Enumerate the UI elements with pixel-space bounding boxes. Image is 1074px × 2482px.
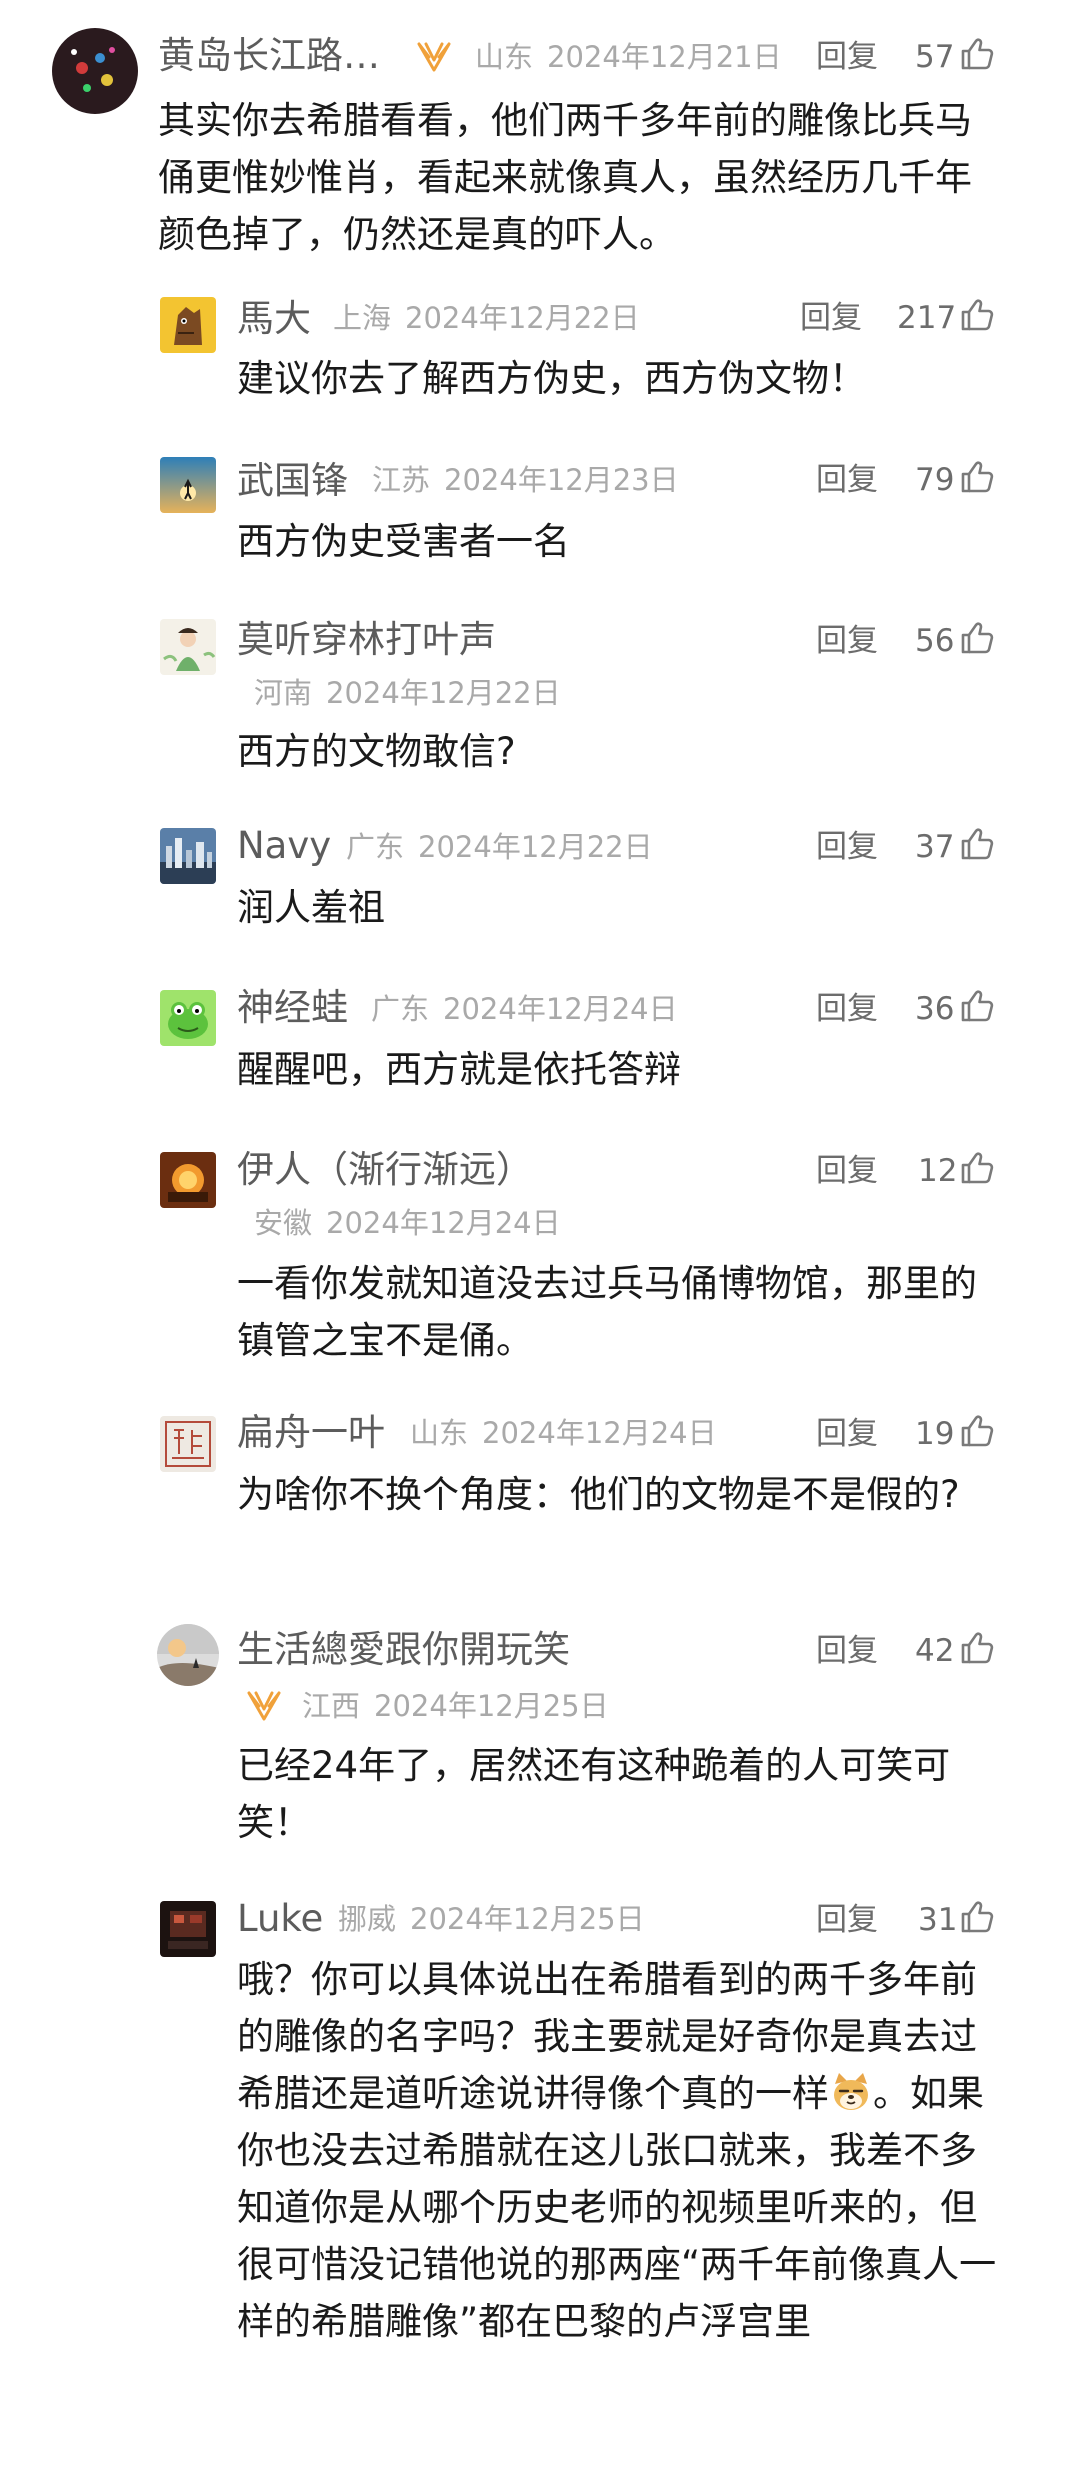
comment-text: 醒醒吧，西方就是依托答辩 [237, 1048, 681, 1091]
avatar[interactable] [160, 619, 216, 675]
comment-meta: 山东 2024年12月21日 [475, 40, 782, 75]
thumbs-up-icon[interactable] [960, 989, 994, 1023]
like-count[interactable]: 56 [915, 623, 954, 660]
location: 河南 [254, 676, 313, 710]
comment-item: 黄岛长江路… 山东 2024年12月21日 回复 57 其实你去希腊看看，他们两千… [0, 0, 1074, 260]
reply-button[interactable]: 回复 [816, 1902, 878, 1939]
comment-text: 建议你去了解西方伪史，西方伪文物！ [237, 357, 866, 400]
vip-badge-icon [246, 1690, 282, 1722]
comment-text: 哦？你可以具体说出在希腊看到的两千多年前的雕像的名字吗？我主要就是好奇你是真去过… [237, 1951, 997, 2350]
like-count[interactable]: 19 [915, 1416, 954, 1453]
thumbs-up-icon[interactable] [960, 1151, 994, 1185]
thumbs-up-icon[interactable] [960, 621, 994, 655]
thumbs-up-icon[interactable] [960, 827, 994, 861]
date: 2024年12月24日 [326, 1206, 561, 1240]
location: 上海 [333, 301, 392, 335]
comment-meta: 挪威 2024年12月25日 [338, 1902, 645, 1937]
username[interactable]: 扁舟一叶 [237, 1411, 385, 1455]
thumbs-up-icon[interactable] [960, 1414, 994, 1448]
like-count[interactable]: 79 [915, 462, 954, 499]
avatar[interactable] [160, 828, 216, 884]
reply-button[interactable]: 回复 [816, 1153, 878, 1190]
date: 2024年12月22日 [405, 301, 640, 335]
username[interactable]: 伊人（渐行渐远） [237, 1148, 533, 1192]
comment-text: 为啥你不换个角度：他们的文物是不是假的? [237, 1473, 960, 1516]
comment-meta: 山东 2024年12月24日 [410, 1416, 717, 1451]
thumbs-up-icon[interactable] [960, 460, 994, 494]
like-count[interactable]: 12 [918, 1153, 957, 1190]
like-count[interactable]: 57 [915, 39, 954, 76]
comment-text: 已经24年了，居然还有这种跪着的人可笑可笑！ [237, 1744, 951, 1844]
location: 山东 [410, 1416, 469, 1450]
location: 安徽 [254, 1206, 313, 1240]
avatar[interactable] [160, 1416, 216, 1472]
like-count[interactable]: 31 [918, 1902, 957, 1939]
date: 2024年12月23日 [444, 463, 679, 497]
location: 山东 [475, 40, 534, 74]
comment-text: 西方伪史受害者一名 [237, 520, 570, 563]
like-count[interactable]: 36 [915, 991, 954, 1028]
reply-button[interactable]: 回复 [800, 300, 862, 337]
reply-button[interactable]: 回复 [816, 39, 878, 76]
reply-button[interactable]: 回复 [816, 991, 878, 1028]
date: 2024年12月22日 [418, 830, 653, 864]
username[interactable]: 馬大 [237, 297, 311, 341]
date: 2024年12月21日 [547, 40, 782, 74]
username[interactable]: 生活總愛跟你開玩笑 [237, 1628, 570, 1672]
location: 江西 [302, 1689, 361, 1723]
comment-meta: 江苏 2024年12月23日 [372, 463, 679, 498]
thumbs-up-icon[interactable] [960, 1900, 994, 1934]
reply-button[interactable]: 回复 [816, 1633, 878, 1670]
comment-meta: 安徽 2024年12月24日 [254, 1206, 561, 1241]
location: 广东 [371, 992, 430, 1026]
avatar[interactable] [52, 28, 138, 114]
avatar[interactable] [160, 1901, 216, 1957]
comment-text: 润人羞祖 [237, 886, 385, 929]
reply-button[interactable]: 回复 [816, 462, 878, 499]
avatar[interactable] [160, 990, 216, 1046]
avatar[interactable] [160, 1152, 216, 1208]
thumbs-up-icon[interactable] [960, 298, 994, 332]
comment-text: 西方的文物敢信? [237, 730, 516, 773]
location: 江苏 [372, 463, 431, 497]
username[interactable]: Navy [237, 824, 331, 868]
username[interactable]: 莫听穿林打叶声 [237, 618, 496, 662]
username[interactable]: 武国锋 [237, 459, 348, 503]
doge-emoji-icon [829, 2070, 873, 2114]
avatar[interactable] [160, 457, 216, 513]
username[interactable]: Luke [237, 1897, 323, 1941]
date: 2024年12月22日 [326, 676, 561, 710]
like-count[interactable]: 42 [915, 1633, 954, 1670]
comment-text: 一看你发就知道没去过兵马俑博物馆，那里的镇管之宝不是俑。 [237, 1262, 977, 1362]
like-count[interactable]: 217 [897, 300, 956, 337]
thumbs-up-icon[interactable] [960, 1631, 994, 1665]
like-count[interactable]: 37 [915, 829, 954, 866]
date: 2024年12月25日 [410, 1902, 645, 1936]
comment-text: 其实你去希腊看看，他们两千多年前的雕像比兵马俑更惟妙惟肖，看起来就像真人，虽然经… [158, 99, 972, 256]
reply-button[interactable]: 回复 [816, 1416, 878, 1453]
avatar[interactable] [157, 1624, 219, 1686]
location: 广东 [346, 830, 405, 864]
date: 2024年12月25日 [374, 1689, 609, 1723]
username[interactable]: 黄岛长江路… [158, 34, 380, 78]
avatar[interactable] [160, 297, 216, 353]
comment-meta: 广东 2024年12月24日 [371, 992, 678, 1027]
comment-meta: 广东 2024年12月22日 [346, 830, 653, 865]
reply-button[interactable]: 回复 [816, 623, 878, 660]
thumbs-up-icon[interactable] [960, 37, 994, 71]
comment-meta: 河南 2024年12月22日 [254, 676, 561, 711]
username[interactable]: 神经蛙 [237, 986, 348, 1030]
reply-button[interactable]: 回复 [816, 829, 878, 866]
date: 2024年12月24日 [482, 1416, 717, 1450]
location: 挪威 [338, 1902, 397, 1936]
date: 2024年12月24日 [443, 992, 678, 1026]
comment-meta: 江西 2024年12月25日 [302, 1689, 609, 1724]
comment-meta: 上海 2024年12月22日 [333, 301, 640, 336]
vip-badge-icon [416, 41, 452, 73]
